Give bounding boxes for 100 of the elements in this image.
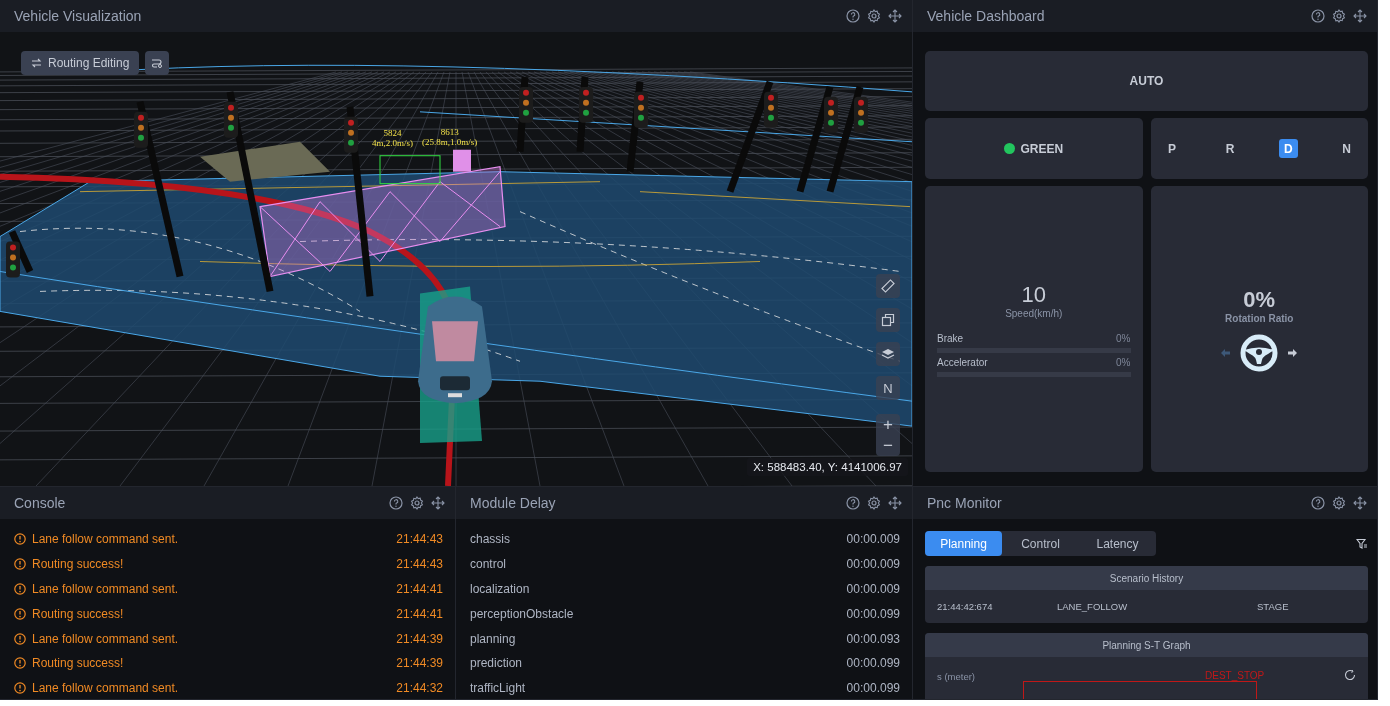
console-message: Lane follow command sent. <box>32 681 179 696</box>
module-name: localization <box>470 582 530 596</box>
help-icon[interactable] <box>389 496 403 510</box>
settings-icon[interactable] <box>410 496 424 510</box>
help-icon[interactable] <box>1311 496 1325 510</box>
module-delay-value: 00:00.009 <box>846 532 900 547</box>
warning-icon <box>14 682 26 695</box>
layers-icon <box>881 347 895 361</box>
gear-option[interactable]: N <box>1336 139 1356 158</box>
panel-title: Pnc Monitor <box>927 495 1002 511</box>
message-time: 21:44:41 <box>396 606 443 621</box>
console-message: Lane follow command sent. <box>32 582 179 596</box>
console-message: Routing success! <box>32 656 124 671</box>
module-delay-value: 00:00.099 <box>846 656 900 671</box>
obstacle-id-label: 5824 <box>382 128 403 138</box>
compass-button[interactable]: N <box>876 376 900 400</box>
panel-title: Vehicle Visualization <box>14 8 142 24</box>
module-delay-value: 00:00.099 <box>846 681 900 696</box>
gear-option[interactable]: R <box>1220 139 1240 158</box>
copy-button[interactable] <box>876 308 900 332</box>
message-time: 21:44:43 <box>396 532 443 547</box>
axis-label: s (meter) <box>937 671 975 682</box>
move-icon[interactable] <box>888 9 902 23</box>
copy-icon <box>881 313 895 327</box>
meter-reading: 0% <box>1116 356 1131 368</box>
rotation-value: 0% <box>1243 286 1276 313</box>
panel-title: Console <box>14 495 66 511</box>
warning-icon <box>14 583 26 595</box>
warning-icon <box>14 657 26 670</box>
console-message: Routing success! <box>32 606 124 621</box>
zoom-out-button[interactable]: − <box>876 435 900 456</box>
move-icon[interactable] <box>1353 496 1367 510</box>
rotation-label: Rotation Ratio <box>1225 312 1294 324</box>
console-message: Routing success! <box>32 557 124 572</box>
driving-mode-card: AUTO <box>925 51 1368 111</box>
module-name: prediction <box>470 656 523 671</box>
steering-wheel-icon <box>1240 333 1279 372</box>
module-name: trafficLight <box>470 681 526 696</box>
left-arrow-icon <box>1221 348 1231 357</box>
stop-marker-label: DEST_STOP <box>1205 670 1265 681</box>
message-time: 21:44:39 <box>396 631 443 646</box>
coordinates-label: X: 588483.40, Y: 4141006.97 <box>747 458 908 476</box>
route-icon <box>151 58 163 68</box>
meter-label: Accelerator <box>937 356 988 368</box>
ruler-icon <box>881 279 895 293</box>
meter-reading: 0% <box>1116 332 1131 344</box>
module-name: control <box>470 557 507 572</box>
settings-icon[interactable] <box>1332 9 1346 23</box>
scenario-stage: STAGE <box>1257 601 1290 612</box>
warning-icon <box>14 558 26 571</box>
reset-icon[interactable] <box>1344 669 1356 681</box>
message-time: 21:44:32 <box>396 681 443 696</box>
panel-title: Module Delay <box>470 495 556 511</box>
signal-label: GREEN <box>1020 141 1064 156</box>
monitor-tab[interactable]: Latency <box>1079 531 1156 556</box>
settings-icon[interactable] <box>1332 496 1346 510</box>
gear-option[interactable]: P <box>1162 139 1182 158</box>
module-delay-value: 00:00.009 <box>846 582 900 596</box>
module-name: perceptionObstacle <box>470 606 574 621</box>
console-message: Lane follow command sent. <box>32 631 179 646</box>
obstacle-info-label: 4m,2.0m/s) <box>372 138 413 148</box>
section-header: Planning S-T Graph <box>925 633 1368 657</box>
message-time: 21:44:41 <box>396 582 443 596</box>
panel-title: Vehicle Dashboard <box>927 8 1045 24</box>
module-name: planning <box>470 631 516 646</box>
swap-arrows-icon <box>31 58 42 68</box>
obstacle-info-label: (25.8m,1.0m/s) <box>422 137 478 147</box>
module-delay-value: 00:00.009 <box>846 557 900 572</box>
monitor-tab[interactable]: Control <box>1002 531 1079 556</box>
obstacle-id-label: 8613 <box>439 127 460 137</box>
routing-editing-button[interactable]: Routing Editing <box>21 51 140 75</box>
console-message: Lane follow command sent. <box>32 532 179 547</box>
help-icon[interactable] <box>846 9 860 23</box>
section-header: Scenario History <box>925 566 1368 590</box>
warning-icon <box>14 632 26 645</box>
right-arrow-icon <box>1288 348 1298 357</box>
help-icon[interactable] <box>846 496 860 510</box>
layers-button[interactable] <box>876 342 900 366</box>
module-name: chassis <box>470 532 510 547</box>
filter-icon[interactable] <box>1356 537 1368 550</box>
speed-label: Speed(km/h) <box>1004 307 1064 319</box>
move-icon[interactable] <box>888 496 902 510</box>
module-delay-value: 00:00.093 <box>846 631 900 646</box>
speed-value: 10 <box>1020 281 1047 308</box>
warning-icon <box>14 607 26 620</box>
settings-icon[interactable] <box>867 496 881 510</box>
meter-label: Brake <box>937 332 964 344</box>
move-icon[interactable] <box>431 496 445 510</box>
settings-icon[interactable] <box>867 9 881 23</box>
move-icon[interactable] <box>1353 9 1367 23</box>
message-time: 21:44:43 <box>396 557 443 572</box>
scenario-time: 21:44:42:674 <box>937 601 994 612</box>
route-settings-button[interactable] <box>145 51 169 75</box>
zoom-in-button[interactable]: + <box>876 414 900 435</box>
help-icon[interactable] <box>1311 9 1325 23</box>
scenario-name: LANE_FOLLOW <box>1057 601 1129 612</box>
warning-icon <box>14 533 26 546</box>
module-delay-value: 00:00.099 <box>846 606 900 621</box>
ruler-button[interactable] <box>876 274 900 298</box>
message-time: 21:44:39 <box>396 656 443 671</box>
